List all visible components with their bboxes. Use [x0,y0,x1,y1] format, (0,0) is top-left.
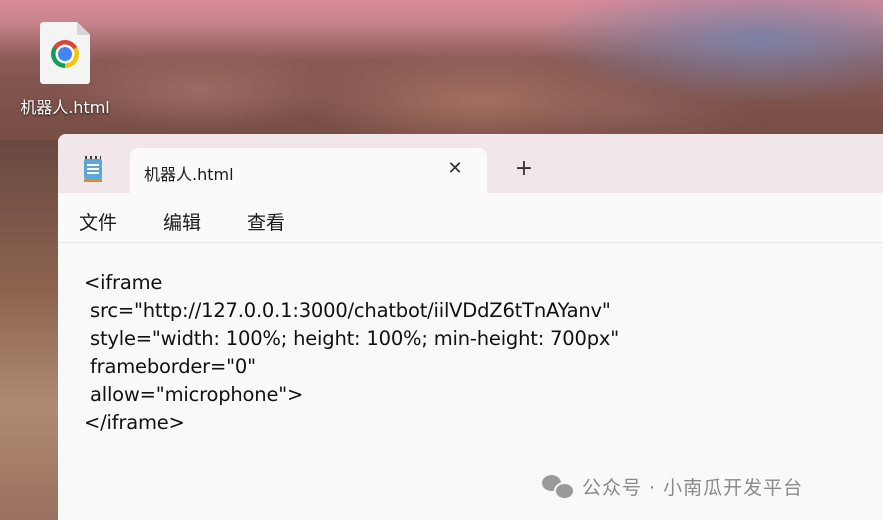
chrome-icon [51,40,79,68]
code-line: <iframe [84,271,163,294]
desktop-file-icon[interactable]: 机器人.html [10,22,120,118]
menu-view[interactable]: 查看 [247,208,285,235]
title-bar: 机器人.html ✕ + [58,134,883,193]
file-fold [77,22,90,35]
notepad-window: 机器人.html ✕ + 文件 编辑 查看 <iframe src="http:… [58,134,883,520]
tab-active-file[interactable]: 机器人.html ✕ [130,148,487,193]
close-icon[interactable]: ✕ [445,159,465,179]
tab-title: 机器人.html [144,165,234,184]
menu-file[interactable]: 文件 [79,208,117,235]
watermark-text: 公众号 · 小南瓜开发平台 [582,476,804,499]
desktop-file-label: 机器人.html [20,98,110,117]
wechat-bubble-small [554,482,575,500]
menu-edit[interactable]: 编辑 [163,208,201,235]
code-line: style="width: 100%; height: 100%; min-he… [84,327,619,350]
menu-bar: 文件 编辑 查看 [58,193,883,243]
notepad-icon-base [84,179,102,182]
new-tab-button[interactable]: + [513,158,535,180]
code-line: </iframe> [84,411,185,434]
notepad-icon-body [84,159,102,179]
wallpaper-mountains [0,30,883,150]
code-line: allow="microphone"> [84,383,304,406]
code-line: frameborder="0" [84,355,256,378]
html-file-icon [40,22,90,84]
code-line: src="http://127.0.0.1:3000/chatbot/iilVD… [84,299,611,322]
notepad-icon [84,156,102,182]
wechat-icon [542,475,575,500]
watermark: 公众号 · 小南瓜开发平台 [542,472,803,500]
